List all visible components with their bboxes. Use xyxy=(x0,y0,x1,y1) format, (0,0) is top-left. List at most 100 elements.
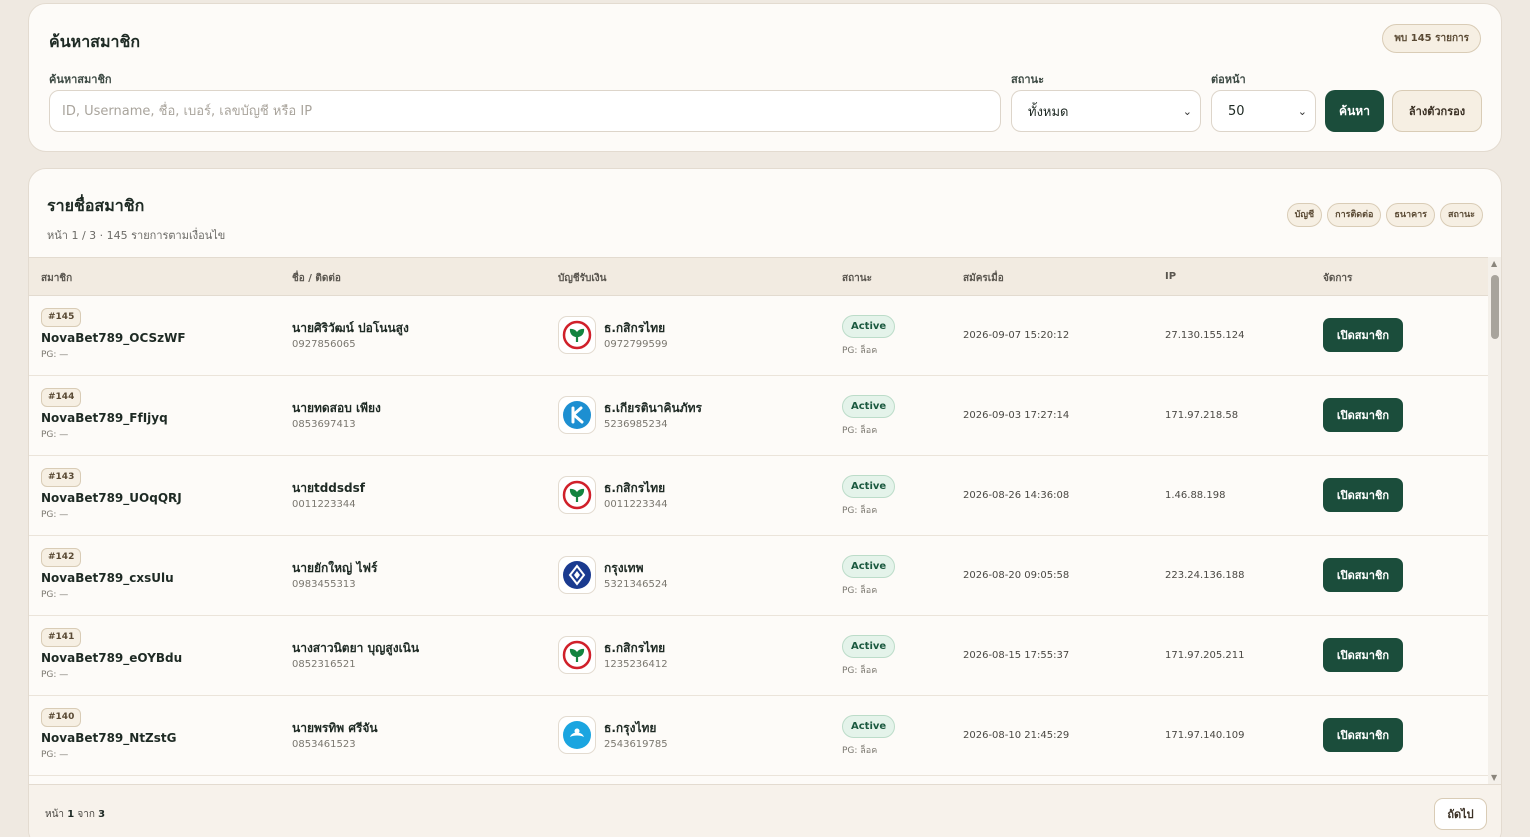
member-phone: 0983455313 xyxy=(292,579,356,590)
member-phone: 0852316521 xyxy=(292,659,356,670)
bank-name: ธ.กรุงไทย xyxy=(604,721,657,735)
member-username: NovaBet789_FfIjyq xyxy=(41,411,168,425)
per-page-select[interactable]: 50 ⌄ xyxy=(1211,90,1316,132)
member-username: NovaBet789_eOYBdu xyxy=(41,651,183,665)
bank-name: ธ.กสิกรไทย xyxy=(604,641,666,655)
chip-account[interactable]: บัญชี xyxy=(1286,203,1323,227)
registered-date: 2026-09-03 17:27:14 xyxy=(963,410,1070,421)
kbank-icon xyxy=(558,636,596,674)
table-body[interactable]: #145 NovaBet789_OCSzWF PG: — นายศิริวัฒน… xyxy=(29,296,1488,784)
member-username: NovaBet789_OCSzWF xyxy=(41,331,186,345)
scroll-up-arrow-icon[interactable]: ▲ xyxy=(1491,259,1497,268)
chevron-down-icon: ⌄ xyxy=(1182,104,1192,118)
per-page-label: ต่อหน้า xyxy=(1211,73,1246,86)
search-panel-title: ค้นหาสมาชิก xyxy=(49,32,141,51)
member-id-badge: #144 xyxy=(41,388,82,407)
status-pg: PG: ล็อค xyxy=(842,506,878,516)
kkp-icon xyxy=(558,396,596,434)
open-member-button[interactable]: เปิดสมาชิก xyxy=(1323,638,1403,672)
chip-contact[interactable]: การติดต่อ xyxy=(1327,203,1382,227)
page-indicator: หน้า 1 จาก 3 xyxy=(45,809,106,820)
bank-account-number: 0011223344 xyxy=(604,499,668,510)
status-pg: PG: ล็อค xyxy=(842,666,878,676)
chip-bank[interactable]: ธนาคาร xyxy=(1386,203,1436,227)
open-member-button[interactable]: เปิดสมาชิก xyxy=(1323,398,1403,432)
clear-filter-button[interactable]: ล้างตัวกรอง xyxy=(1392,90,1482,132)
column-header-ip: IP xyxy=(1165,271,1177,282)
table-row: #143 NovaBet789_UOqQRJ PG: — นายtddsdsf … xyxy=(29,456,1488,536)
registered-date: 2026-09-07 15:20:12 xyxy=(963,330,1070,341)
ip-address: 1.46.88.198 xyxy=(1165,490,1226,501)
search-panel: ค้นหาสมาชิก พบ 145 รายการ ค้นหาสมาชิก สถ… xyxy=(28,3,1502,152)
scroll-down-arrow-icon[interactable]: ▼ xyxy=(1491,773,1497,782)
status-pg: PG: ล็อค xyxy=(842,586,878,596)
kbank-icon xyxy=(558,316,596,354)
next-page-button[interactable]: ถัดไป xyxy=(1434,798,1487,830)
member-id-badge: #141 xyxy=(41,628,82,647)
member-name: นายพรทิพ ศรีจัน xyxy=(292,721,378,735)
ip-address: 171.97.140.109 xyxy=(1165,730,1245,741)
bank-name: ธ.เกียรตินาคินภัทร xyxy=(604,401,702,415)
member-list-subtitle: หน้า 1 / 3 · 145 รายการตามเงื่อนไข xyxy=(47,229,226,242)
search-button[interactable]: ค้นหา xyxy=(1325,90,1384,132)
table-header: สมาชิก ชื่อ / ติดต่อ บัญชีรับเงิน สถานะ … xyxy=(29,257,1488,296)
member-name: นายยักใหญ่ ไฟร์ xyxy=(292,561,378,575)
member-name: นายทดสอบ เพียง xyxy=(292,401,381,415)
column-header-member: สมาชิก xyxy=(41,273,73,284)
status-pg: PG: ล็อค xyxy=(842,746,878,756)
member-username: NovaBet789_UOqQRJ xyxy=(41,491,182,505)
column-header-registered: สมัครเมื่อ xyxy=(963,273,1004,284)
chip-status[interactable]: สถานะ xyxy=(1440,203,1483,227)
status-filter-select[interactable]: ทั้งหมด ⌄ xyxy=(1011,90,1201,132)
ip-address: 27.130.155.124 xyxy=(1165,330,1245,341)
open-member-button[interactable]: เปิดสมาชิก xyxy=(1323,478,1403,512)
member-id-badge: #142 xyxy=(41,548,82,567)
bank-name: ธ.กสิกรไทย xyxy=(604,321,666,335)
bank-account-number: 5236985234 xyxy=(604,419,668,430)
open-member-button[interactable]: เปิดสมาชิก xyxy=(1323,318,1403,352)
bank-account-number: 1235236412 xyxy=(604,659,668,670)
status-badge: Active xyxy=(842,715,896,738)
member-pg: PG: — xyxy=(41,750,69,760)
member-phone: 0927856065 xyxy=(292,339,356,350)
registered-date: 2026-08-20 09:05:58 xyxy=(963,570,1070,581)
kbank-icon xyxy=(558,476,596,514)
member-id-badge: #140 xyxy=(41,708,82,727)
status-pg: PG: ล็อค xyxy=(842,426,878,436)
pagination-footer: หน้า 1 จาก 3 ถัดไป xyxy=(29,784,1501,837)
bank-account-number: 5321346524 xyxy=(604,579,668,590)
member-id-badge: #143 xyxy=(41,468,82,487)
status-badge: Active xyxy=(842,635,896,658)
table-row: #142 NovaBet789_cxsUlu PG: — นายยักใหญ่ … xyxy=(29,536,1488,616)
status-badge: Active xyxy=(842,555,896,578)
member-name: นายศิริวัฒน์ ปอโนนสูง xyxy=(292,321,409,335)
column-chips: บัญชี การติดต่อ ธนาคาร สถานะ xyxy=(1286,203,1483,227)
result-count-badge: พบ 145 รายการ xyxy=(1382,24,1481,53)
table-scrollbar[interactable]: ▲ ▼ xyxy=(1488,257,1501,784)
status-badge: Active xyxy=(842,475,896,498)
bank-account-number: 2543619785 xyxy=(604,739,668,750)
status-pg: PG: ล็อค xyxy=(842,346,878,356)
open-member-button[interactable]: เปิดสมาชิก xyxy=(1323,718,1403,752)
per-page-value: 50 xyxy=(1228,103,1245,119)
column-header-status: สถานะ xyxy=(842,273,872,284)
search-input[interactable] xyxy=(49,90,1001,132)
member-name: นายtddsdsf xyxy=(292,481,365,495)
scrollbar-thumb[interactable] xyxy=(1491,275,1499,339)
column-header-bank-account: บัญชีรับเงิน xyxy=(558,273,607,284)
registered-date: 2026-08-26 14:36:08 xyxy=(963,490,1070,501)
member-username: NovaBet789_cxsUlu xyxy=(41,571,174,585)
table-row: #140 NovaBet789_NtZstG PG: — นายพรทิพ ศร… xyxy=(29,696,1488,776)
status-filter-label: สถานะ xyxy=(1011,73,1044,86)
member-id-badge: #145 xyxy=(41,308,82,327)
member-list-title: รายชื่อสมาชิก xyxy=(47,196,145,215)
column-header-name-contact: ชื่อ / ติดต่อ xyxy=(292,273,341,284)
ktb-icon xyxy=(558,716,596,754)
open-member-button[interactable]: เปิดสมาชิก xyxy=(1323,558,1403,592)
table-row: #145 NovaBet789_OCSzWF PG: — นายศิริวัฒน… xyxy=(29,296,1488,376)
member-phone: 0853697413 xyxy=(292,419,356,430)
member-pg: PG: — xyxy=(41,510,69,520)
chevron-down-icon: ⌄ xyxy=(1297,104,1307,118)
column-header-actions: จัดการ xyxy=(1323,273,1353,284)
status-badge: Active xyxy=(842,315,896,338)
